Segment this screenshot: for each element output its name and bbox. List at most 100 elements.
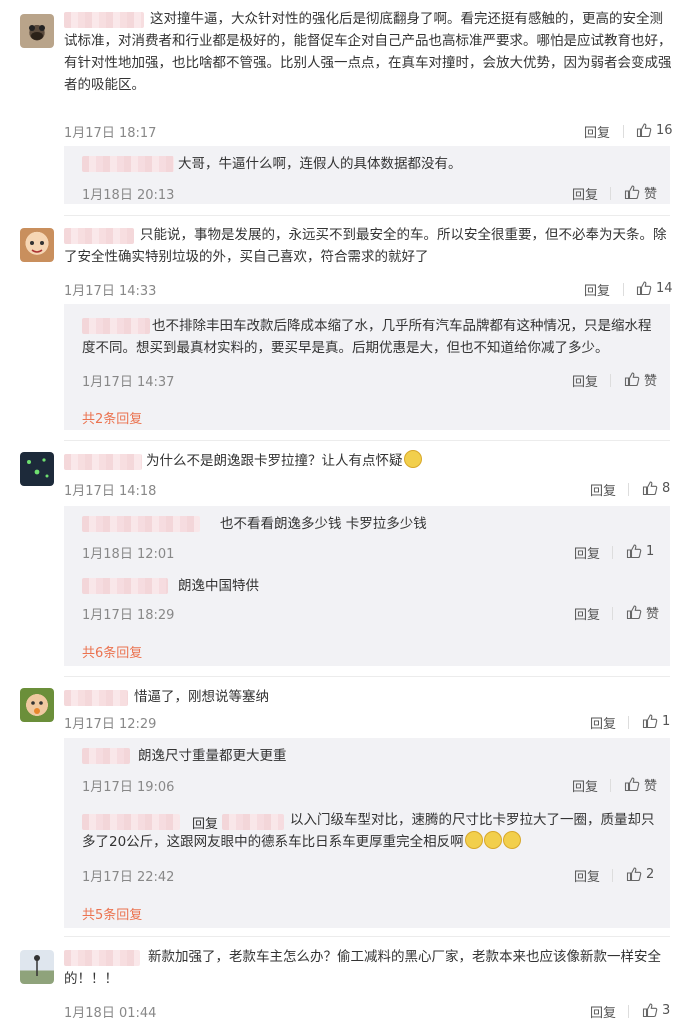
divider [623, 283, 624, 296]
username-redacted[interactable] [82, 578, 168, 594]
comment-time: 1月17日 12:29 [64, 717, 157, 732]
thumbs-up-icon [642, 481, 658, 496]
reply-button[interactable]: 回复 [572, 776, 598, 795]
like-button[interactable]: 赞 [624, 369, 657, 389]
like-count: 1 [662, 713, 671, 729]
reply-time: 1月17日 18:29 [82, 608, 175, 623]
reply-text-body: 以入门级车型对比，速腾的尺寸比卡罗拉大了一圈，质量却只多了20公斤，这跟网友眼中… [82, 812, 655, 850]
username-redacted[interactable] [64, 690, 128, 706]
divider [623, 125, 624, 138]
like-button[interactable]: 赞 [624, 774, 657, 794]
avatar[interactable] [20, 14, 54, 48]
thumbs-up-icon [624, 372, 640, 387]
avatar[interactable] [20, 452, 54, 486]
reply-text: 朗逸中国特供 [178, 578, 259, 594]
reply-button[interactable]: 回复 [574, 866, 600, 885]
like-button[interactable]: 16 [636, 120, 673, 140]
like-label: 赞 [644, 778, 658, 794]
divider [64, 215, 670, 216]
reply-box: 也不排除丰田车改款后降成本缩了水，几乎所有汽车品牌都有这种情况，只是缩水程度不同… [64, 304, 670, 430]
reply-time: 1月17日 22:42 [82, 870, 175, 885]
thumbs-up-icon [642, 1003, 658, 1018]
dots-avatar-icon [27, 458, 49, 478]
like-button[interactable]: 1 [642, 711, 670, 731]
reply-button[interactable]: 回复 [590, 713, 616, 732]
thumbs-up-icon [624, 185, 640, 200]
more-replies-link[interactable]: 共6条回复 [82, 642, 142, 661]
reply-button[interactable]: 回复 [572, 371, 598, 390]
like-button[interactable]: 8 [642, 478, 670, 498]
reply-button[interactable]: 回复 [590, 1002, 616, 1021]
divider [64, 936, 670, 937]
divider [612, 546, 613, 559]
grin-emoji-icon [483, 831, 502, 849]
username-redacted[interactable] [82, 516, 200, 532]
divider [64, 676, 670, 677]
grin-emoji-icon [502, 831, 521, 849]
divider [612, 869, 613, 882]
divider [610, 374, 611, 387]
like-label: 赞 [644, 186, 658, 202]
thumbs-up-icon [626, 544, 642, 559]
like-count: 16 [656, 122, 673, 138]
reply-text: 大哥，牛逼什么啊，连假人的具体数据都没有。 [178, 156, 462, 172]
reply-text: 朗逸尺寸重量都更大更重 [138, 748, 287, 764]
avatar[interactable] [20, 688, 54, 722]
thumbs-up-icon [624, 777, 640, 792]
reply-box: 大哥，牛逼什么啊，连假人的具体数据都没有。 1月18日 20:13 回复 赞 [64, 146, 670, 204]
like-button[interactable]: 赞 [624, 182, 657, 202]
reply-button[interactable]: 回复 [590, 480, 616, 499]
baby-face-icon [31, 701, 43, 714]
divider [612, 607, 613, 620]
like-button[interactable]: 赞 [626, 602, 659, 622]
like-button[interactable]: 14 [636, 278, 673, 298]
username-redacted[interactable] [82, 156, 174, 172]
divider [610, 187, 611, 200]
reply-text: 也不排除丰田车改款后降成本缩了水，几乎所有汽车品牌都有这种情况，只是缩水程度不同… [82, 318, 652, 356]
comment-text: 只能说，事物是发展的，永远买不到最安全的车。所以安全很重要，但不必奉为天条。除了… [64, 227, 667, 265]
comment-text: 这对撞牛逼，大众针对性的强化后是彻底翻身了啊。看完还挺有感触的，更高的安全测试标… [64, 11, 672, 93]
like-label: 赞 [646, 606, 660, 622]
thumbs-up-icon [626, 867, 642, 882]
avatar[interactable] [20, 950, 54, 984]
reply-time: 1月18日 20:13 [82, 188, 175, 203]
like-count: 2 [646, 866, 655, 882]
more-replies-link[interactable]: 共2条回复 [82, 408, 142, 427]
comment-text: 惜逼了，刚想说等塞纳 [134, 689, 269, 705]
reply-button[interactable]: 回复 [572, 184, 598, 203]
grin-emoji-icon [464, 831, 483, 849]
comment-text-body: 为什么不是朗逸跟卡罗拉撞？让人有点怀疑 [146, 453, 403, 469]
doubt-emoji-icon [403, 450, 422, 468]
comment-time: 1月18日 01:44 [64, 1006, 157, 1021]
username-redacted[interactable] [64, 454, 142, 470]
reply-time: 1月18日 12:01 [82, 547, 175, 562]
like-count: 8 [662, 480, 671, 496]
reply-button[interactable]: 回复 [584, 122, 610, 141]
like-count: 3 [662, 1002, 671, 1018]
like-button[interactable]: 3 [642, 1000, 670, 1020]
divider [628, 483, 629, 496]
like-label: 赞 [644, 373, 658, 389]
reply-button[interactable]: 回复 [574, 543, 600, 562]
divider [628, 716, 629, 729]
divider [64, 440, 670, 441]
reply-box: 也不看看朗逸多少钱 卡罗拉多少钱 1月18日 12:01 回复 1 朗逸中国特供… [64, 506, 670, 666]
like-button[interactable]: 1 [626, 541, 654, 561]
more-replies-link[interactable]: 共5条回复 [82, 904, 142, 923]
dog-face-icon [29, 25, 45, 40]
like-count: 1 [646, 543, 655, 559]
comment-time: 1月17日 14:18 [64, 484, 157, 499]
like-button[interactable]: 2 [626, 864, 654, 884]
reply-button[interactable]: 回复 [574, 604, 600, 623]
username-redacted[interactable] [82, 748, 130, 764]
reply-button[interactable]: 回复 [584, 280, 610, 299]
like-count: 14 [656, 280, 673, 296]
thumbs-up-icon [636, 281, 652, 296]
reply-box: 朗逸尺寸重量都更大更重 1月17日 19:06 回复 赞 回复 以入门级车型对比… [64, 738, 670, 928]
thumbs-up-icon [642, 714, 658, 729]
comment-time: 1月17日 18:17 [64, 126, 157, 141]
divider [628, 1005, 629, 1018]
child-face-icon [30, 241, 44, 253]
avatar[interactable] [20, 228, 54, 262]
reply-time: 1月17日 19:06 [82, 780, 175, 795]
